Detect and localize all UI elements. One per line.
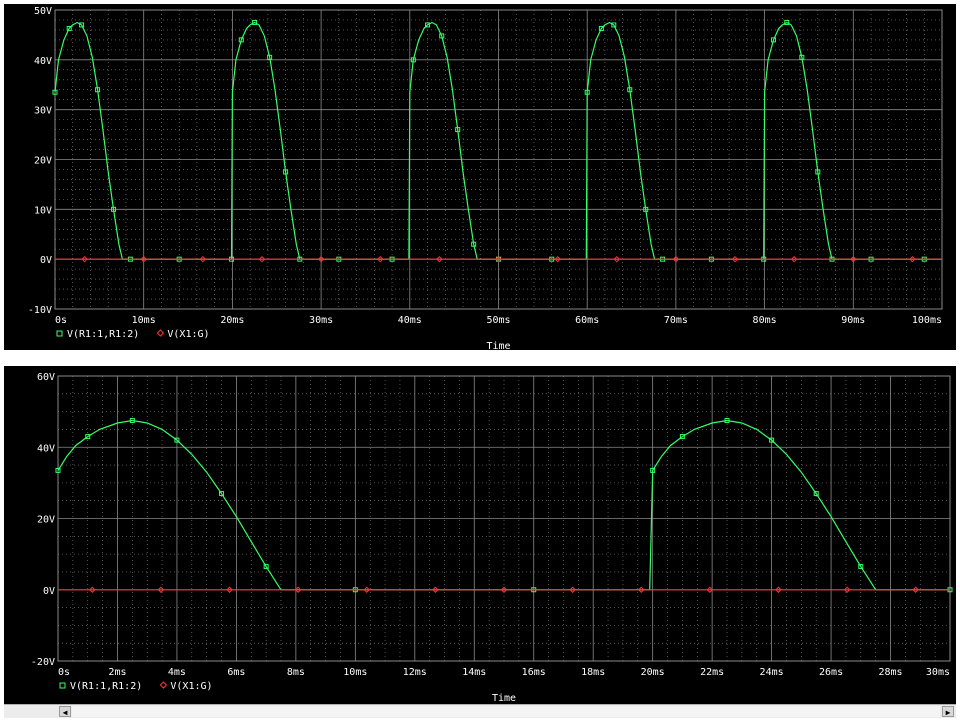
scroll-left-arrow-icon[interactable]: ◀	[59, 706, 71, 717]
y-tick-label: 40V	[34, 56, 52, 67]
y-tick-label: 40V	[37, 443, 55, 454]
x-tick-label: 10ms	[343, 667, 367, 678]
top-plot-svg: 0s 10ms 20ms 30ms 40ms 50ms 60ms 70ms 80ms 90ms 10…	[28, 6, 943, 350]
x-tick-label: 8ms	[287, 667, 305, 678]
x-tick-label: 40ms	[398, 315, 422, 326]
x-tick-label: 90ms	[841, 315, 865, 326]
y-tick-label: 20V	[34, 156, 52, 167]
legend-marker-diamond-icon	[159, 681, 168, 689]
x-tick-label: 30ms	[926, 667, 950, 678]
x-tick-label: 24ms	[760, 667, 784, 678]
x-tick-label: 12ms	[403, 667, 427, 678]
bottom-plot-panel: 0s 2ms 4ms 6ms 8ms 10ms 12ms 14ms 16ms 18ms 20ms 22…	[4, 366, 956, 704]
x-tick-label: 20ms	[220, 315, 244, 326]
legend-marker-square-icon	[56, 330, 63, 337]
top-plot-panel: 0s 10ms 20ms 30ms 40ms 50ms 60ms 70ms 80ms 90ms 10…	[4, 4, 956, 350]
x-axis-title: Time	[486, 341, 510, 350]
x-tick-label: 60ms	[575, 315, 599, 326]
x-tick-label: 14ms	[462, 667, 486, 678]
x-tick-label: 18ms	[581, 667, 605, 678]
y-tick-label: -20V	[31, 657, 55, 668]
y-tick-label: -10V	[28, 305, 52, 316]
x-tick-label: 50ms	[486, 315, 510, 326]
y-tick-label: 20V	[37, 515, 55, 526]
x-tick-label: 28ms	[878, 667, 902, 678]
x-tick-label: 30ms	[309, 315, 333, 326]
x-tick-label: 0s	[55, 315, 67, 326]
x-tick-label: 80ms	[753, 315, 777, 326]
y-tick-label: 60V	[37, 372, 55, 383]
bottom-plot-svg: 0s 2ms 4ms 6ms 8ms 10ms 12ms 14ms 16ms 18ms 20ms 22…	[31, 372, 953, 704]
x-tick-label: 2ms	[108, 667, 126, 678]
scroll-right-arrow-icon[interactable]: ▶	[942, 706, 954, 717]
x-tick-label: 16ms	[522, 667, 546, 678]
x-tick-label: 22ms	[700, 667, 724, 678]
horizontal-scrollbar[interactable]: ◀ ▶	[4, 704, 956, 718]
x-tick-label: 26ms	[819, 667, 843, 678]
legend-marker-square-icon	[59, 682, 66, 689]
x-tick-label: 10ms	[132, 315, 156, 326]
y-tick-label: 0V	[40, 255, 52, 266]
legend-label: V(X1:G)	[167, 329, 209, 340]
legend-label: V(R1:1,R1:2)	[70, 681, 142, 692]
legend-label: V(R1:1,R1:2)	[67, 329, 139, 340]
y-tick-label: 50V	[34, 6, 52, 17]
x-tick-label: 4ms	[168, 667, 186, 678]
x-tick-label: 6ms	[227, 667, 245, 678]
y-tick-label: 0V	[43, 586, 55, 597]
y-tick-label: 10V	[34, 205, 52, 216]
y-tick-label: 30V	[34, 106, 52, 117]
scrollbar-track[interactable]	[72, 706, 940, 717]
x-tick-label: 100ms	[912, 315, 942, 326]
x-tick-label: 20ms	[641, 667, 665, 678]
x-tick-label: 70ms	[664, 315, 688, 326]
x-tick-label: 0s	[58, 667, 70, 678]
legend-label: V(X1:G)	[170, 681, 212, 692]
x-axis-title: Time	[492, 693, 516, 704]
legend-marker-diamond-icon	[156, 329, 165, 337]
